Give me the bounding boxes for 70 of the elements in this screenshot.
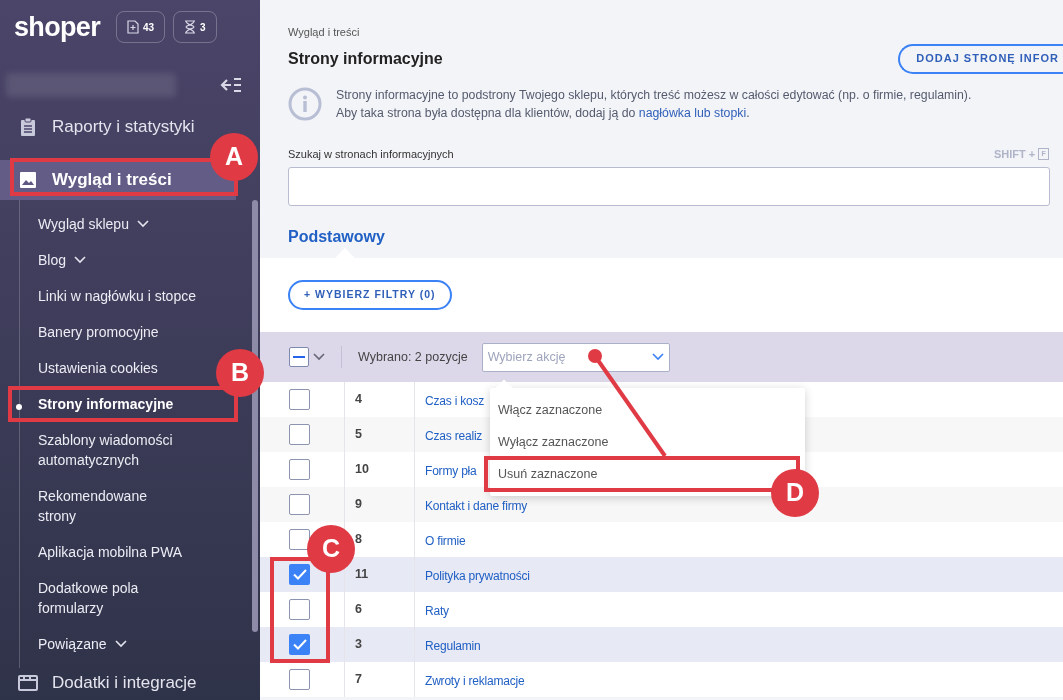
sidebar-subitem[interactable]: Blog (20, 246, 87, 274)
selection-count: Wybrano: 2 pozycje (358, 348, 468, 366)
row-checkbox[interactable] (289, 669, 310, 690)
row-id: 3 (355, 636, 362, 654)
row-id: 7 (355, 671, 362, 689)
page-link[interactable]: Formy pła (425, 463, 477, 478)
row-checkbox[interactable] (289, 424, 310, 445)
sidebar-subitem[interactable]: Strony informacyjne (20, 390, 174, 418)
info-text: Strony informacyjne to podstrony Twojego sklepu, których treść możesz w całości edytować (np. o firmie, regulamin). Aby taka strona była dostępna dla klientów, dodaj ją do nagłówka lub stopki. (336, 86, 972, 122)
row-checkbox[interactable] (289, 459, 310, 480)
row-checkbox[interactable] (289, 599, 310, 620)
page-title: Strony informacyjne (288, 48, 443, 69)
menu-item[interactable]: Włącz zaznaczone (490, 398, 611, 422)
add-page-button[interactable]: DODAJ STRONĘ INFOR (898, 43, 1063, 74)
sidebar-subitem[interactable]: Linki w nagłówku i stopce (20, 282, 196, 310)
info-icon (288, 85, 322, 122)
row-id: 9 (355, 496, 362, 514)
row-checkbox[interactable] (289, 634, 310, 655)
search-field[interactable] (288, 167, 1050, 206)
row-id: 10 (355, 461, 369, 479)
sidebar-subitem[interactable]: Wygląd sklepu (20, 210, 149, 238)
tab[interactable]: Podstawowy (288, 216, 385, 258)
page-link[interactable]: Czas realiz (425, 428, 483, 443)
sidebar-item[interactable]: Dodatki i integracje (18, 668, 201, 698)
page-link[interactable]: Kontakt i dane firmy (425, 498, 528, 513)
badge-button[interactable]: 3 (173, 11, 217, 43)
row-checkbox[interactable] (289, 564, 310, 585)
select-all-checkbox[interactable] (289, 347, 325, 367)
hourglass-icon (184, 20, 197, 34)
page-link[interactable]: Czas i kosz (425, 393, 485, 408)
sidebar-item[interactable]: Raporty i statystyki (18, 112, 199, 142)
row-checkbox[interactable] (289, 389, 310, 410)
picture-icon (18, 171, 38, 189)
row-id: 11 (355, 566, 369, 584)
filters-button[interactable]: + WYBIERZ FILTRY (0) (288, 280, 452, 310)
sidebar-subitem[interactable]: Rekomendowane strony (20, 482, 188, 530)
chevron-down-icon (651, 353, 664, 361)
window-icon (18, 675, 38, 691)
sidebar-subitem[interactable]: Powiązane (20, 630, 127, 658)
checkmark-icon (292, 569, 307, 580)
scrollbar[interactable] (252, 200, 258, 632)
shortcut-text: SHIFT + (993, 146, 1036, 162)
clipboard-icon (18, 117, 38, 137)
sidebar-subitem[interactable]: Szablony wiadomości automatycznych (20, 426, 188, 474)
checkmark-icon (292, 639, 307, 650)
page-link[interactable]: Raty (425, 603, 449, 618)
logo[interactable]: shoper (14, 13, 100, 41)
chevron-down-icon (313, 353, 325, 361)
row-id: 5 (355, 426, 362, 444)
sidebar-subitem[interactable]: Aplikacja mobilna PWA (20, 538, 183, 566)
page-link[interactable]: O firmie (425, 533, 466, 548)
search-label: Szukaj w stronach informacyjnych (288, 146, 454, 162)
menu-item[interactable]: Usuń zaznaczone (490, 462, 606, 486)
page-link[interactable]: Polityka prywatności (425, 568, 530, 583)
row-checkbox[interactable] (289, 494, 310, 515)
page-link[interactable]: Zwroty i reklamacje (425, 673, 525, 688)
key-hint: F (1038, 147, 1049, 160)
menu-item[interactable]: Wyłącz zaznaczone (490, 430, 617, 454)
row-id: 4 (355, 391, 362, 409)
row-checkbox[interactable] (289, 529, 310, 550)
sidebar-subitem[interactable]: Banery promocyjne (20, 318, 159, 346)
page-link[interactable]: Regulamin (425, 638, 481, 653)
badge-button[interactable]: 43 (115, 11, 166, 43)
sidebar-subitem[interactable]: Dodatkowe pola formularzy (20, 574, 188, 622)
sidebar-subitem[interactable]: Ustawienia cookies (20, 354, 158, 382)
row-id: 8 (355, 531, 362, 549)
document-plus-icon (126, 20, 139, 34)
row-id: 6 (355, 601, 362, 619)
breadcrumb[interactable]: Wygląd i treści (288, 24, 1035, 41)
collapse-sidebar-icon[interactable] (220, 77, 242, 93)
